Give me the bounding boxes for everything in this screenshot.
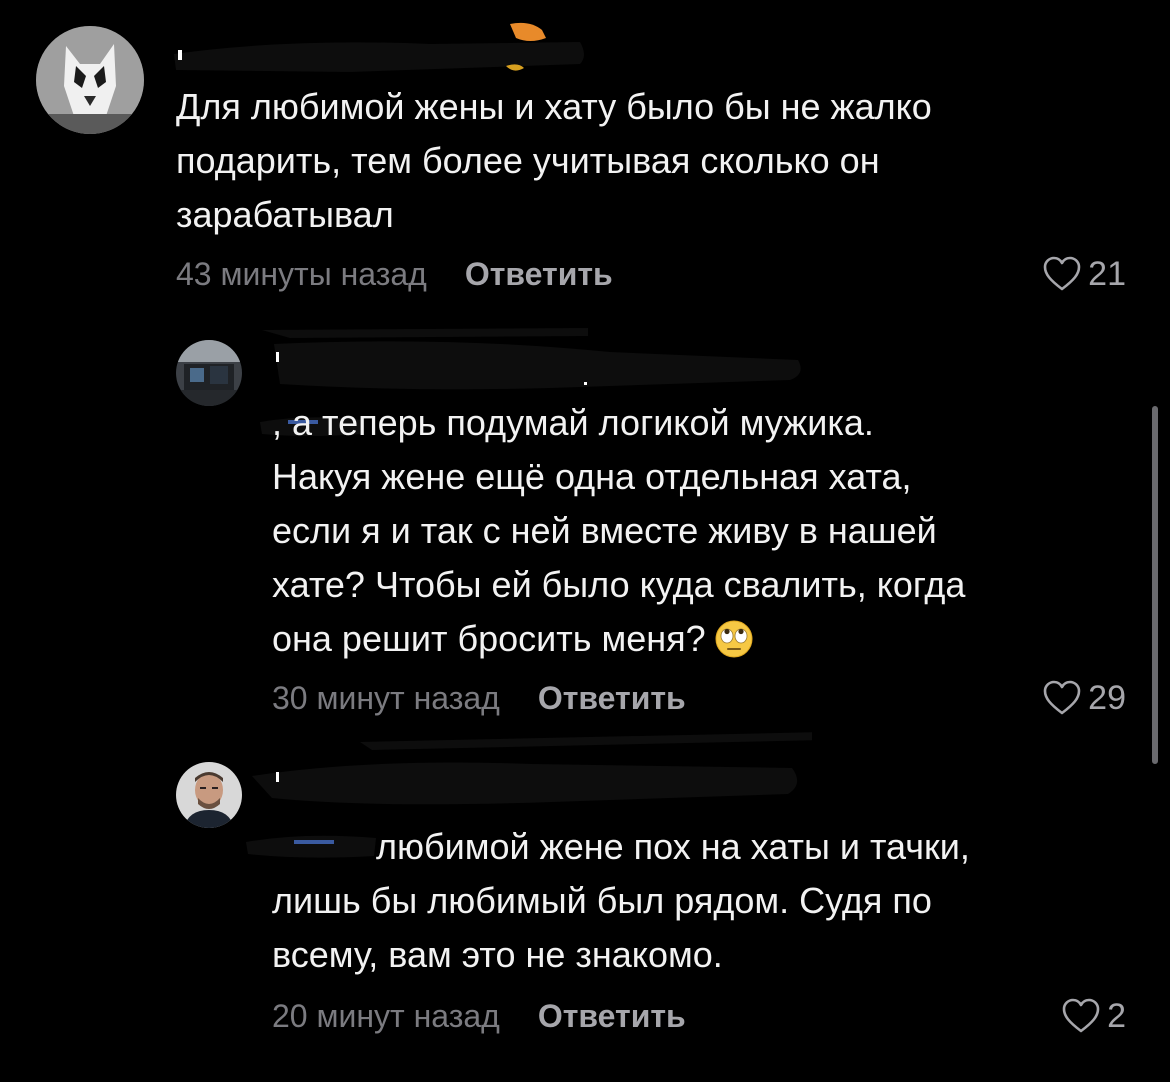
redacted-username bbox=[232, 728, 812, 812]
comment-time: 30 минут назад bbox=[272, 679, 500, 716]
comment-text-line: всему, вам это не знакомо. bbox=[272, 934, 723, 975]
redacted-username bbox=[250, 322, 810, 404]
comment-text: любимой жене пох на хаты и тачки, лишь б… bbox=[272, 820, 1132, 982]
heart-icon bbox=[1062, 998, 1100, 1033]
like-count: 21 bbox=[1088, 254, 1126, 293]
like-button[interactable]: 2 bbox=[1061, 994, 1126, 1038]
reply-button[interactable]: Ответить bbox=[538, 998, 686, 1035]
like-button[interactable]: 21 bbox=[1042, 252, 1126, 296]
avatar[interactable] bbox=[176, 340, 242, 406]
redacted-username bbox=[170, 16, 590, 76]
like-count: 2 bbox=[1107, 996, 1126, 1035]
like-count: 29 bbox=[1088, 678, 1126, 717]
reply-button[interactable]: Ответить bbox=[465, 256, 613, 293]
comment-meta: 43 минуты назад Ответить bbox=[176, 252, 613, 296]
comment-text-line: лишь бы любимый был рядом. Судя по bbox=[272, 880, 932, 921]
heart-icon bbox=[1043, 680, 1081, 715]
comment-meta: 20 минут назад Ответить bbox=[272, 994, 686, 1038]
comment-time: 20 минут назад bbox=[272, 997, 500, 1034]
comment-meta: 30 минут назад Ответить bbox=[272, 676, 686, 720]
avatar[interactable] bbox=[36, 26, 144, 134]
like-button[interactable]: 29 bbox=[1042, 676, 1126, 720]
comment-text: , а теперь подумай логикой мужика. Накуя… bbox=[272, 396, 965, 666]
comment-text-content: , а теперь подумай логикой мужика. Накуя… bbox=[272, 402, 966, 659]
heart-icon bbox=[1043, 256, 1081, 291]
comment-1: Для любимой жены и хату было бы не жалко… bbox=[0, 0, 1170, 320]
comment-text: Для любимой жены и хату было бы не жалко… bbox=[176, 86, 932, 235]
rolling-eyes-emoji-icon bbox=[714, 619, 754, 659]
scrollbar[interactable] bbox=[1152, 406, 1158, 764]
comment-text-line: любимой жене пох на хаты и тачки, bbox=[366, 826, 970, 867]
reply-button[interactable]: Ответить bbox=[538, 680, 686, 717]
comment-time: 43 минуты назад bbox=[176, 255, 427, 292]
